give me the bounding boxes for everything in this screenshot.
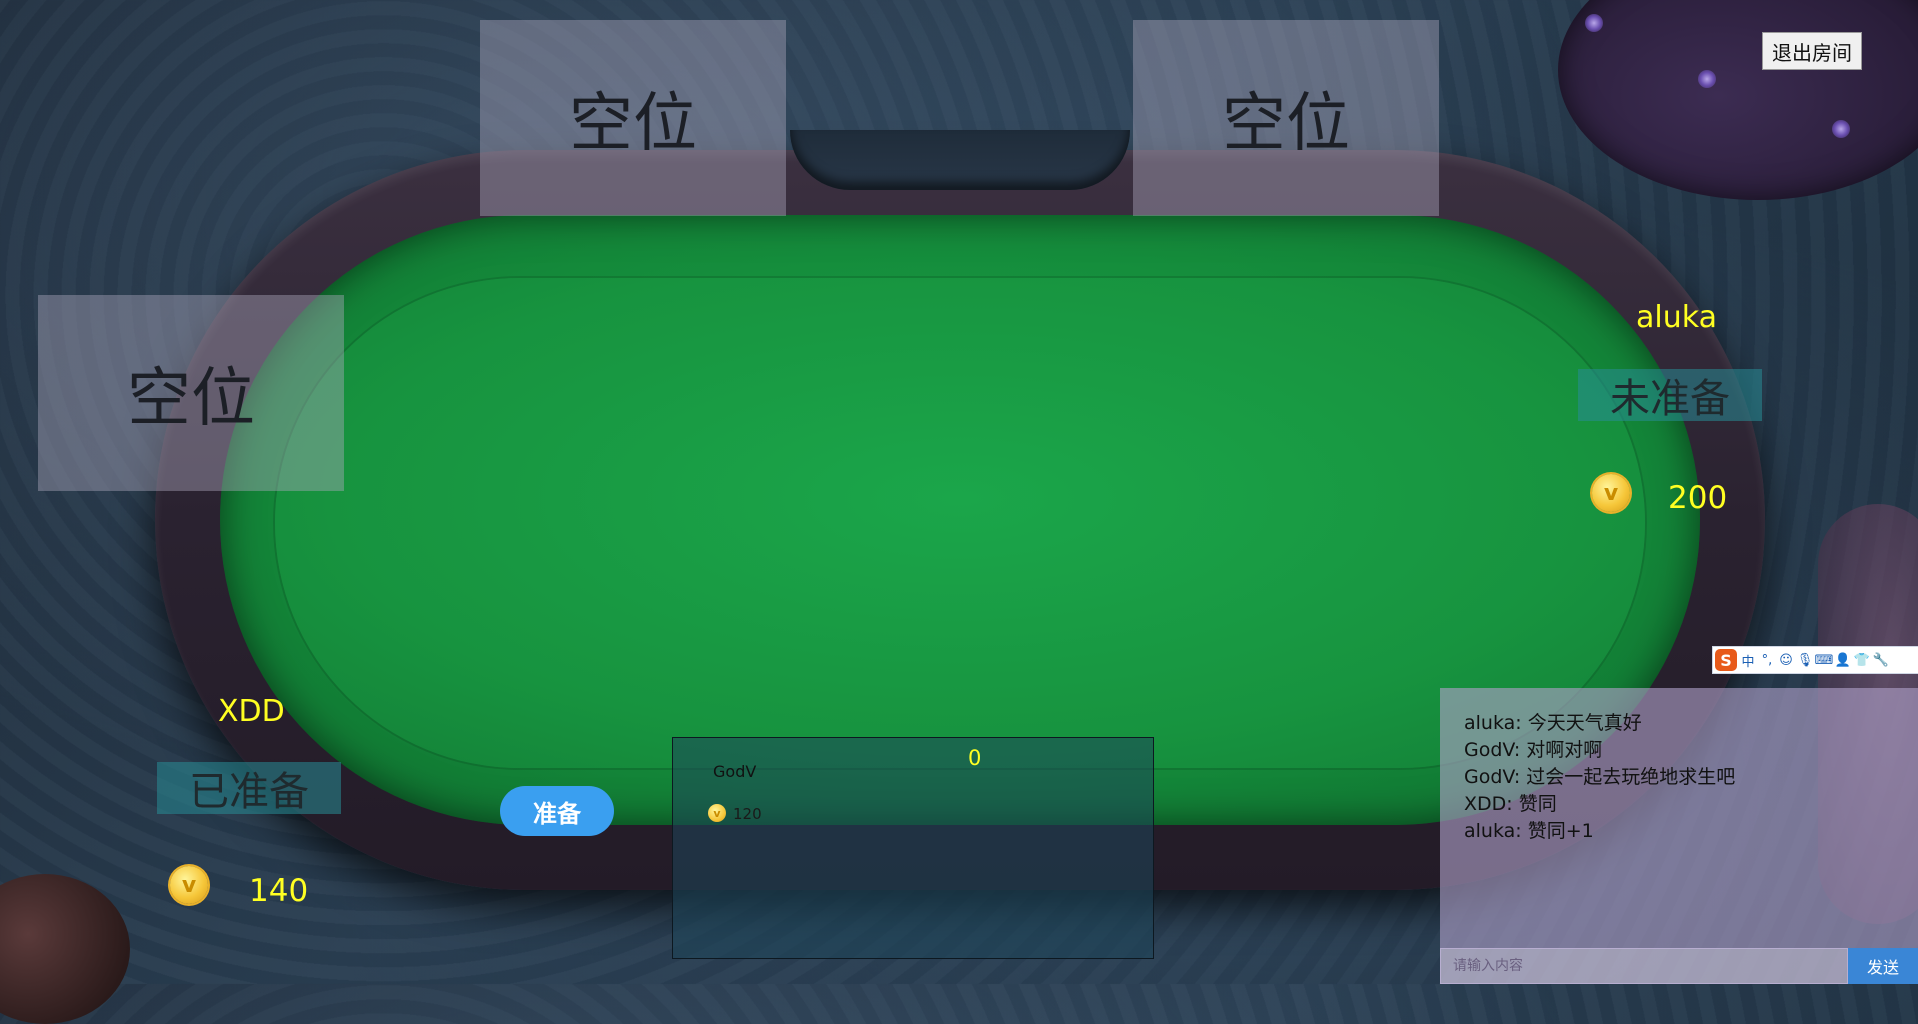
ready-button[interactable]: 准备	[500, 786, 614, 836]
user-icon[interactable]: 👤	[1835, 652, 1851, 668]
player-status-bottom-left: 已准备	[157, 762, 341, 815]
player-status-right: 未准备	[1578, 369, 1762, 422]
ime-toolbar: S 中 °, ☺ 🎙 ⌨ 👤 👕 🔧	[1712, 646, 1918, 674]
ime-chinese-toggle[interactable]: 中	[1740, 652, 1756, 670]
coin-icon: v	[1592, 474, 1630, 512]
corner-light	[1698, 70, 1716, 88]
poker-table-notch	[790, 130, 1130, 190]
send-button[interactable]: 发送	[1848, 948, 1918, 984]
player-coins-bottom-left: 140	[249, 873, 309, 909]
chat-message: GodV: 对啊对啊	[1464, 739, 1603, 761]
corner-light	[1832, 120, 1850, 138]
shirt-icon[interactable]: 👕	[1854, 652, 1870, 668]
pot-amount: 0	[968, 746, 982, 770]
chat-message: aluka: 赞同+1	[1464, 820, 1594, 842]
seat-empty-label: 空位	[569, 87, 697, 161]
corner-decoration	[1558, 0, 1918, 200]
chat-message: XDD: 赞同	[1464, 793, 1557, 815]
chat-message-list: aluka: 今天天气真好 GodV: 对啊对啊 GodV: 过会一起去玩绝地求…	[1464, 710, 1894, 845]
chat-panel: aluka: 今天天气真好 GodV: 对啊对啊 GodV: 过会一起去玩绝地求…	[1440, 688, 1918, 984]
chat-message: GodV: 过会一起去玩绝地求生吧	[1464, 766, 1736, 788]
my-player-coins: 120	[733, 805, 762, 823]
player-name-right: aluka	[1636, 300, 1717, 335]
coin-icon: v	[170, 866, 208, 904]
seat-empty-left[interactable]: 空位	[38, 295, 344, 491]
my-player-panel: 0 GodV v 120	[672, 737, 1154, 959]
seat-empty-top-left[interactable]: 空位	[480, 20, 786, 216]
coin-icon: v	[708, 804, 726, 822]
mic-icon[interactable]: 🎙	[1797, 652, 1814, 668]
seat-empty-label: 空位	[127, 362, 255, 436]
my-player-name: GodV	[713, 762, 757, 781]
seat-empty-label: 空位	[1222, 87, 1350, 161]
chat-message: aluka: 今天天气真好	[1464, 712, 1642, 734]
corner-light	[1585, 14, 1603, 32]
exit-room-button[interactable]: 退出房间	[1762, 32, 1862, 70]
ime-punctuation-toggle[interactable]: °,	[1759, 652, 1775, 668]
seat-empty-top-right[interactable]: 空位	[1133, 20, 1439, 216]
player-name-bottom-left: XDD	[218, 694, 285, 729]
bottom-left-decoration	[0, 874, 130, 1024]
keyboard-icon[interactable]: ⌨	[1815, 652, 1834, 668]
ime-logo-icon[interactable]: S	[1715, 649, 1737, 671]
player-coins-right: 200	[1668, 480, 1728, 516]
chat-input[interactable]	[1440, 948, 1848, 984]
wrench-icon[interactable]: 🔧	[1873, 652, 1889, 668]
smile-icon[interactable]: ☺	[1778, 652, 1794, 668]
